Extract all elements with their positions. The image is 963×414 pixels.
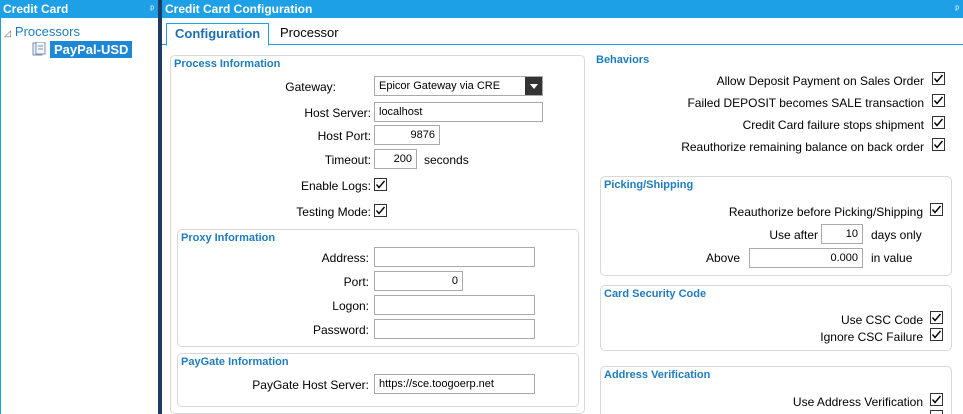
checkmark-icon: [933, 140, 944, 149]
gateway-combo[interactable]: Epicor Gateway via CRE: [374, 76, 543, 96]
host-server-label: Host Server:: [304, 106, 371, 120]
group-title: Picking/Shipping: [604, 179, 694, 191]
reauthorize-picking-label: Reauthorize before Picking/Shipping: [728, 205, 923, 219]
tab-processor[interactable]: Processor: [272, 23, 347, 45]
use-csc-checkbox[interactable]: [930, 311, 943, 324]
use-address-verification-label: Use Address Verification: [792, 395, 923, 409]
paygate-information-group: PayGate Information PayGate Host Server:…: [177, 353, 579, 407]
password-label: Password:: [312, 323, 369, 337]
panel-title: Credit Card: [3, 2, 69, 16]
ignore-csc-checkbox[interactable]: [930, 328, 943, 341]
address-verification-option-checkbox[interactable]: [930, 410, 943, 414]
document-icon: [32, 42, 46, 56]
card-security-code-group: Card Security Code Use CSC Code Ignore C…: [600, 285, 952, 351]
allow-deposit-checkbox[interactable]: [932, 72, 945, 85]
checkmark-icon: [931, 205, 942, 214]
testing-mode-checkbox[interactable]: [374, 204, 387, 217]
reauthorize-remaining-label: Reauthorize remaining balance on back or…: [681, 140, 924, 154]
timeout-input[interactable]: 200: [374, 149, 417, 169]
port-label: Port:: [343, 275, 369, 289]
tree-node-processors[interactable]: ◿ Processors: [4, 24, 80, 39]
gateway-label: Gateway:: [285, 80, 336, 94]
gateway-value: Epicor Gateway via CRE: [379, 80, 501, 92]
proxy-password-input[interactable]: [374, 319, 535, 339]
enable-logs-checkbox[interactable]: [374, 178, 387, 191]
reauthorize-remaining-checkbox[interactable]: [932, 138, 945, 151]
host-server-input[interactable]: localhost: [374, 102, 543, 122]
paygate-host-label: PayGate Host Server:: [252, 378, 369, 392]
checkmark-icon: [375, 206, 386, 215]
credit-card-panel: Credit Card ᵖ ◿ Processors PayPal-USD: [0, 0, 158, 414]
timeout-unit: seconds: [424, 153, 469, 167]
checkmark-icon: [933, 96, 944, 105]
checkmark-icon: [931, 313, 942, 322]
timeout-label: Timeout:: [324, 153, 371, 167]
pin-icon[interactable]: ᵖ: [955, 1, 959, 19]
address-verification-group: Address Verification Use Address Verific…: [600, 366, 952, 414]
use-after-unit: days only: [871, 228, 922, 242]
behaviors-group: Behaviors Allow Deposit Payment on Sales…: [592, 52, 952, 164]
use-csc-label: Use CSC Code: [840, 313, 923, 327]
failed-deposit-checkbox[interactable]: [932, 94, 945, 107]
proxy-information-group: Proxy Information Address: Port: 0 Logon…: [177, 229, 579, 347]
use-after-label: Use after: [769, 228, 818, 242]
host-port-label: Host Port:: [317, 129, 371, 143]
tree-node-label[interactable]: Processors: [15, 24, 80, 39]
above-label: Above: [705, 251, 740, 265]
pin-icon[interactable]: ᵖ: [150, 1, 154, 19]
chevron-down-icon[interactable]: [525, 77, 542, 95]
paygate-host-input[interactable]: https://sce.toogoerp.net: [374, 374, 535, 394]
testing-mode-label: Testing Mode:: [296, 205, 371, 219]
failed-deposit-label: Failed DEPOSIT becomes SALE transaction: [687, 96, 924, 110]
logon-label: Logon:: [332, 299, 369, 313]
cc-failure-stops-label: Credit Card failure stops shipment: [742, 118, 924, 132]
allow-deposit-label: Allow Deposit Payment on Sales Order: [716, 74, 924, 88]
credit-card-configuration-panel: Credit Card Configuration ᵖ Configuratio…: [162, 0, 963, 414]
group-title: Behaviors: [596, 54, 650, 66]
tree-node-label[interactable]: PayPal-USD: [50, 40, 133, 58]
proxy-port-input[interactable]: 0: [374, 271, 463, 291]
checkmark-icon: [933, 118, 944, 127]
tab-configuration[interactable]: Configuration: [166, 23, 270, 46]
panel-title: Credit Card Configuration: [165, 2, 313, 16]
collapse-arrow-icon[interactable]: ◿: [4, 28, 11, 38]
group-title: Proxy Information: [181, 232, 276, 244]
enable-logs-label: Enable Logs:: [300, 179, 371, 193]
tab-strip: Configuration Processor: [162, 18, 963, 46]
use-after-input[interactable]: 10: [821, 224, 863, 244]
checkmark-icon: [931, 330, 942, 339]
checkmark-icon: [375, 180, 386, 189]
group-title: Card Security Code: [604, 288, 707, 300]
credit-card-panel-header: Credit Card ᵖ: [0, 0, 158, 18]
address-label: Address:: [321, 251, 369, 265]
checkmark-icon: [933, 74, 944, 83]
host-port-input[interactable]: 9876: [374, 125, 440, 145]
above-input[interactable]: 0.000: [749, 248, 863, 268]
cc-failure-stops-checkbox[interactable]: [932, 116, 945, 129]
group-title: Process Information: [174, 58, 281, 70]
process-information-group: Process Information Gateway: Epicor Gate…: [170, 55, 585, 414]
configuration-panel-header: Credit Card Configuration ᵖ: [162, 0, 963, 18]
group-title: Address Verification: [604, 369, 711, 381]
group-title: PayGate Information: [181, 356, 289, 368]
ignore-csc-label: Ignore CSC Failure: [820, 330, 923, 344]
proxy-logon-input[interactable]: [374, 295, 535, 315]
checkmark-icon: [931, 395, 942, 404]
above-unit: in value: [871, 251, 913, 265]
tree-node-paypal-usd[interactable]: PayPal-USD: [32, 40, 133, 58]
use-address-verification-checkbox[interactable]: [930, 393, 943, 406]
panel-border: [0, 18, 1, 414]
reauthorize-picking-checkbox[interactable]: [930, 203, 943, 216]
proxy-address-input[interactable]: [374, 247, 535, 267]
picking-shipping-group: Picking/Shipping Reauthorize before Pick…: [600, 176, 952, 276]
